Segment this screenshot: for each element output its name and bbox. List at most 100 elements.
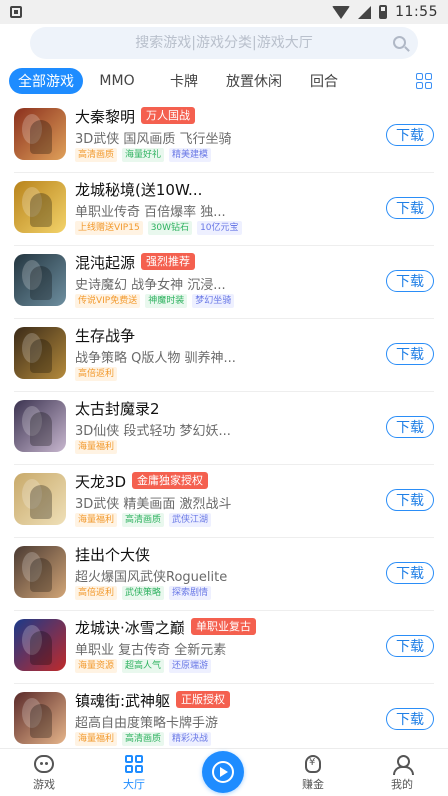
game-row[interactable]: 大秦黎明 万人国战 3D武侠 国风画质 飞行坐骑 高清画质 海量好礼 精美建模 下载 <box>0 100 448 173</box>
game-tags: 海量福利 <box>75 440 118 454</box>
game-name: 镇魂街:武神躯 <box>75 692 171 710</box>
status-bar: 11:55 <box>0 0 448 24</box>
game-row[interactable]: 生存战争战争策略 Q版人物 驯养神... 高倍返利 下载 <box>0 319 448 392</box>
status-time: 11:55 <box>395 4 438 20</box>
nav-item-me[interactable]: 我的 <box>372 749 432 796</box>
game-badge: 正版授权 <box>176 691 230 708</box>
download-button[interactable]: 下载 <box>386 489 434 511</box>
game-name: 挂出个大侠 <box>75 546 151 564</box>
download-button[interactable]: 下载 <box>386 708 434 730</box>
game-tag: 梦幻坐骑 <box>192 294 235 308</box>
grid-icon <box>125 754 143 773</box>
wifi-icon <box>332 5 351 19</box>
game-tags: 海量资源 超高人气 还原端游 <box>75 659 212 673</box>
download-button[interactable]: 下载 <box>386 416 434 438</box>
game-tags: 海量福利 高清画质 武侠江湖 <box>75 513 212 527</box>
bottom-nav: 游戏 大厅 赚金 我的 <box>0 748 448 796</box>
game-tags: 上线赠送VIP15 30W钻石 10亿元宝 <box>75 221 242 235</box>
download-button[interactable]: 下载 <box>386 635 434 657</box>
search-bar[interactable] <box>30 27 418 59</box>
nav-item-hall[interactable]: 大厅 <box>104 749 164 796</box>
game-description: 单职业 复古传奇 全新元素 <box>75 643 227 658</box>
play-button[interactable] <box>202 751 244 793</box>
game-tag: 武侠策略 <box>122 586 165 600</box>
game-icon[interactable] <box>14 254 66 306</box>
download-button[interactable]: 下载 <box>386 124 434 146</box>
tab-idle[interactable]: 放置休闲 <box>224 68 284 94</box>
game-icon[interactable] <box>14 619 66 671</box>
game-icon[interactable] <box>14 473 66 525</box>
game-icon[interactable] <box>14 327 66 379</box>
game-name: 龙城秘境(送10W... <box>75 181 203 199</box>
game-row[interactable]: 天龙3D 金庸独家授权 3D武侠 精美画面 激烈战斗 海量福利 高清画质 武侠江湖 下载 <box>0 465 448 538</box>
download-button[interactable]: 下载 <box>386 562 434 584</box>
game-tag: 精彩决战 <box>169 732 212 746</box>
nav-label-earn: 赚金 <box>302 777 324 791</box>
nav-label-games: 游戏 <box>33 777 55 791</box>
game-row[interactable]: 太古封魔录2 3D仙侠 段式轻功 梦幻妖... 海量福利 下载 <box>0 392 448 465</box>
game-tag: 精美建模 <box>169 148 212 162</box>
game-row[interactable]: 挂出个大侠 超火爆国风武侠Roguelite 高倍返利 武侠策略 探索剧情 下载 <box>0 538 448 611</box>
search-icon[interactable] <box>393 36 406 49</box>
game-tag: 海量福利 <box>75 440 118 454</box>
game-tags: 高清画质 海量好礼 精美建模 <box>75 148 212 162</box>
battery-icon <box>379 5 388 19</box>
game-name: 太古封魔录2 <box>75 400 160 418</box>
game-tag: 探索剧情 <box>169 586 212 600</box>
nav-item-earn[interactable]: 赚金 <box>283 749 343 796</box>
game-tag: 高倍返利 <box>75 586 118 600</box>
game-description: 3D武侠 精美画面 激烈战斗 <box>75 497 232 512</box>
game-tag: 传说VIP免费送 <box>75 294 141 308</box>
game-description: 3D仙侠 段式轻功 梦幻妖... <box>75 424 231 439</box>
nav-label-hall: 大厅 <box>123 777 145 791</box>
money-bag-icon <box>305 754 321 773</box>
game-tags: 高倍返利 <box>75 367 118 381</box>
download-button[interactable]: 下载 <box>386 270 434 292</box>
game-tag: 超高人气 <box>122 659 165 673</box>
download-button[interactable]: 下载 <box>386 343 434 365</box>
game-tag: 高清画质 <box>122 732 165 746</box>
game-row[interactable]: 龙城诀·冰雪之巅 单职业复古 单职业 复古传奇 全新元素 海量资源 超高人气 还原端游 下载 <box>0 611 448 684</box>
tab-mmo[interactable]: MMO <box>96 68 138 94</box>
game-icon[interactable] <box>14 546 66 598</box>
game-name: 天龙3D <box>75 473 127 491</box>
game-description: 3D武侠 国风画质 飞行坐骑 <box>75 132 232 147</box>
game-tag: 海量好礼 <box>122 148 165 162</box>
game-row[interactable]: 混沌起源 强烈推荐 史诗魔幻 战争女神 沉浸... 传说VIP免费送 神魔时装 梦幻坐骑 下… <box>0 246 448 319</box>
game-tag: 30W钻石 <box>147 221 193 235</box>
download-button[interactable]: 下载 <box>386 197 434 219</box>
game-row[interactable]: 镇魂街:武神躯 正版授权超高自由度策略卡牌手游 海量福利 高清画质 精彩决战 下载 <box>0 684 448 757</box>
game-icon[interactable] <box>14 181 66 233</box>
category-grid-icon[interactable] <box>416 73 432 89</box>
game-description: 单职业传奇 百倍爆率 独... <box>75 205 226 220</box>
game-row[interactable]: 龙城秘境(送10W... 单职业传奇 百倍爆率 独... 上线赠送VIP15 30W钻… <box>0 173 448 246</box>
game-tags: 传说VIP免费送 神魔时装 梦幻坐骑 <box>75 294 235 308</box>
nav-label-me: 我的 <box>391 777 413 791</box>
search-input[interactable] <box>64 35 384 51</box>
game-name: 生存战争 <box>75 327 136 345</box>
signal-icon <box>358 5 372 19</box>
tab-turn-based[interactable]: 回合 <box>306 68 342 94</box>
game-tag: 海量资源 <box>75 659 118 673</box>
tab-all-games[interactable]: 全部游戏 <box>9 68 83 94</box>
game-icon[interactable] <box>14 108 66 160</box>
game-description: 超高自由度策略卡牌手游 <box>75 716 219 731</box>
game-tags: 高倍返利 武侠策略 探索剧情 <box>75 586 212 600</box>
game-badge: 金庸独家授权 <box>132 472 208 489</box>
notification-icon <box>10 6 22 18</box>
game-tag: 10亿元宝 <box>197 221 242 235</box>
game-tags: 海量福利 高清画质 精彩决战 <box>75 732 212 746</box>
game-icon[interactable] <box>14 692 66 744</box>
game-name: 龙城诀·冰雪之巅 <box>75 619 185 637</box>
play-icon <box>212 761 234 783</box>
gamepad-icon <box>34 754 54 773</box>
game-tag: 神魔时装 <box>145 294 188 308</box>
game-tag: 上线赠送VIP15 <box>75 221 143 235</box>
game-tag: 海量福利 <box>75 513 118 527</box>
tab-card[interactable]: 卡牌 <box>166 68 202 94</box>
nav-item-games[interactable]: 游戏 <box>14 749 74 796</box>
game-description: 战争策略 Q版人物 驯养神... <box>75 351 236 366</box>
game-tag: 高清画质 <box>122 513 165 527</box>
game-icon[interactable] <box>14 400 66 452</box>
game-description: 史诗魔幻 战争女神 沉浸... <box>75 278 226 293</box>
